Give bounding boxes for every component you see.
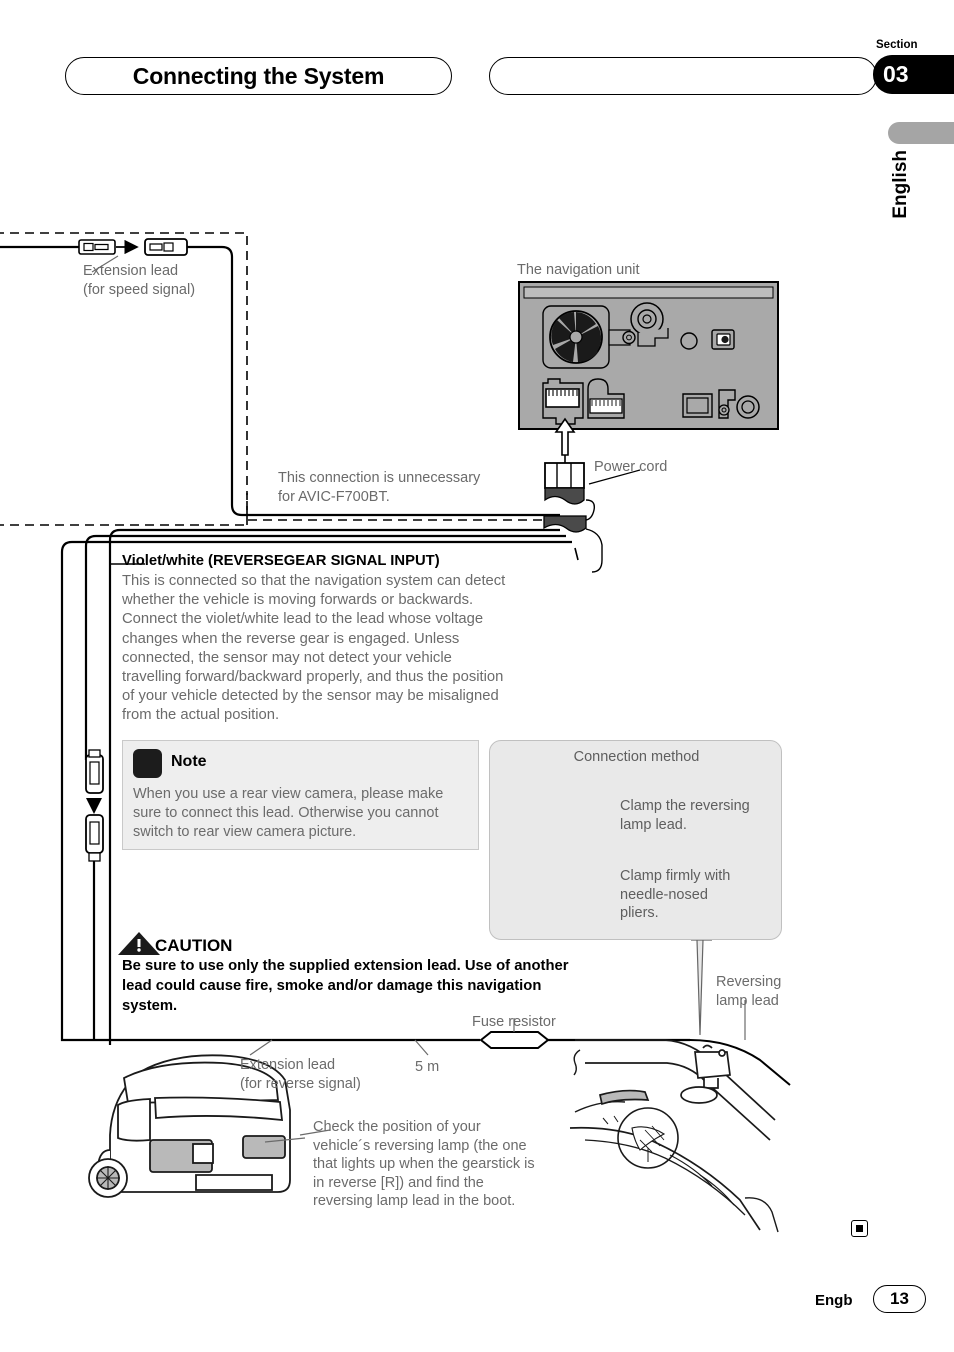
pencil-icon xyxy=(133,749,162,778)
unnecessary-connection-label: This connection is unnecessary for AVIC-… xyxy=(278,470,481,505)
connection-method-title: Connection method xyxy=(573,749,700,765)
connection-method-step-1: Clamp the reversing lamp lead. xyxy=(620,798,750,833)
footer-language-code: Engb xyxy=(815,1292,853,1309)
page-number-badge: 13 xyxy=(873,1285,926,1313)
caution-title: CAUTION xyxy=(155,936,233,955)
caution-body: Be sure to use only the supplied extensi… xyxy=(122,958,569,1014)
manual-page: Connecting the System Section 03 English xyxy=(0,0,954,1352)
note-body: When you use a rear view camera, please … xyxy=(133,786,444,840)
connector-icon-speed-a xyxy=(78,239,116,255)
navigation-unit-label: The navigation unit xyxy=(517,262,640,278)
extension-lead-reverse-label: Extension lead (for reverse signal) xyxy=(240,1057,361,1092)
fuse-resistor-label: Fuse resistor xyxy=(472,1014,556,1030)
end-of-section-marker xyxy=(851,1220,868,1237)
connector-icon-vertical-pair xyxy=(85,749,104,1040)
page-number: 13 xyxy=(890,1289,909,1308)
note-box: Note When you use a rear view camera, pl… xyxy=(122,740,479,850)
reversing-lamp-lead-label: Reversing lamp lead xyxy=(716,974,782,1009)
violet-white-heading: Violet/white (REVERSEGEAR SIGNAL INPUT) xyxy=(122,553,440,569)
extension-lead-speed-label: Extension lead (for speed signal) xyxy=(83,263,196,298)
navigation-unit-illustration xyxy=(518,281,779,456)
violet-white-body: This is connected so that the navigation… xyxy=(122,573,506,724)
fuse-resistor-icon xyxy=(479,1031,550,1049)
note-title: Note xyxy=(171,753,207,770)
length-label: 5 m xyxy=(415,1059,440,1075)
connector-icon-speed-b xyxy=(144,238,188,256)
check-position-label: Check the position of your vehicle´s rev… xyxy=(313,1119,535,1209)
caution-warning-icon xyxy=(118,932,160,955)
connection-method-box: Connection method Clamp the reversing la… xyxy=(489,740,782,940)
connection-method-step-2: Clamp firmly with needle-nosed pliers. xyxy=(620,868,731,921)
boot-reversing-lamp-illustration xyxy=(569,1039,779,1233)
power-cord-label: Power cord xyxy=(594,459,668,475)
